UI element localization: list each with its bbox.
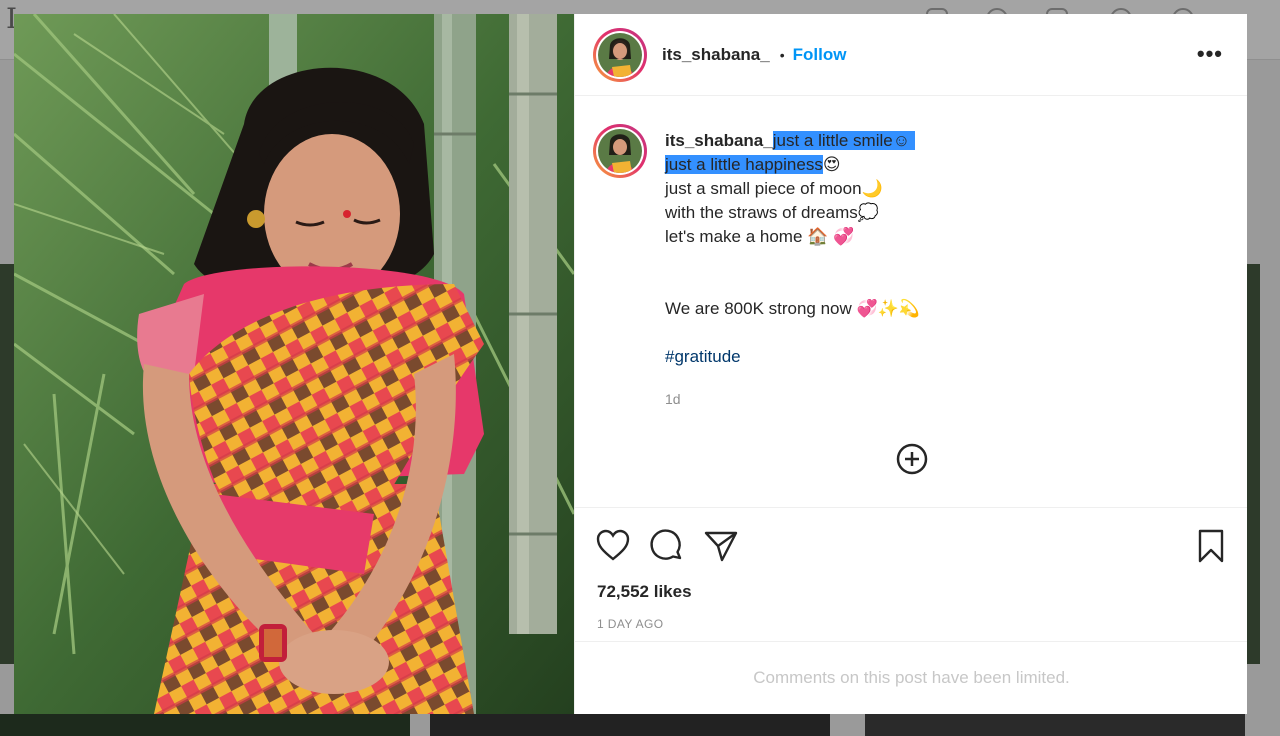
more-icon[interactable]: ••• bbox=[1197, 43, 1223, 65]
caption-line-5: let's make a home bbox=[665, 227, 803, 246]
caption-emoji-2: 😍 bbox=[822, 155, 841, 174]
likes-count[interactable]: 72,552 likes bbox=[597, 582, 692, 602]
background-tile bbox=[1247, 264, 1260, 664]
background-tile bbox=[0, 264, 14, 664]
post-date[interactable]: 1 DAY AGO bbox=[597, 617, 664, 631]
comment-icon[interactable] bbox=[649, 528, 685, 564]
caption-username[interactable]: its_shabana_ bbox=[665, 131, 773, 150]
share-icon[interactable] bbox=[703, 528, 739, 564]
caption-line-2: just a little happiness bbox=[665, 155, 823, 174]
caption-line-3: just a small piece of moon bbox=[665, 179, 862, 198]
caption-line-4: with the straws of dreams bbox=[665, 203, 858, 222]
heart-icon[interactable] bbox=[595, 528, 631, 564]
bookmark-icon[interactable] bbox=[1193, 528, 1229, 564]
caption-emoji-3: 🌙 bbox=[861, 179, 883, 198]
hashtag-link[interactable]: #gratitude bbox=[665, 347, 741, 366]
post-photo[interactable] bbox=[14, 14, 574, 714]
separator-dot: • bbox=[779, 46, 785, 63]
background-tile bbox=[0, 714, 410, 736]
caption-emoji-5: 🏠 💞 bbox=[807, 227, 855, 246]
follow-button[interactable]: Follow bbox=[793, 45, 847, 65]
caption-emoji-4: 💭 bbox=[857, 203, 879, 222]
post-username[interactable]: its_shabana_ bbox=[662, 45, 770, 65]
caption-text: its_shabana_just a little smile☺ just a … bbox=[665, 129, 1225, 411]
caption-avatar[interactable] bbox=[593, 124, 647, 178]
caption-time: 1d bbox=[665, 391, 681, 407]
caption-line-1: just a little smile☺ bbox=[772, 131, 915, 150]
background-tile bbox=[865, 714, 1245, 736]
post-header: its_shabana_ • Follow ••• bbox=[575, 14, 1247, 96]
action-bar bbox=[575, 507, 1247, 587]
post-details-panel: its_shabana_ • Follow ••• its_shabana_ju… bbox=[574, 14, 1247, 714]
caption-line-6: We are 800K strong now bbox=[665, 299, 852, 318]
comments-limited-notice: Comments on this post have been limited. bbox=[575, 641, 1247, 714]
background-tile bbox=[430, 714, 830, 736]
avatar[interactable] bbox=[593, 27, 647, 82]
post-modal: its_shabana_ • Follow ••• its_shabana_ju… bbox=[14, 14, 1247, 714]
add-circle-icon[interactable] bbox=[895, 442, 929, 476]
caption-emoji-6: 💞✨💫 bbox=[856, 299, 921, 318]
